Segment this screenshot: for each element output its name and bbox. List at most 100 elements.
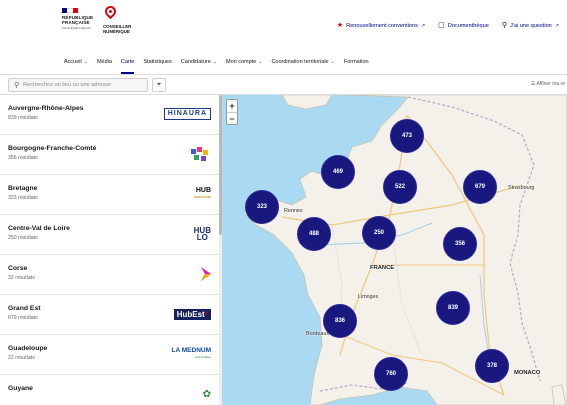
region-item[interactable]: Guyane ✿ [0,375,219,405]
map-cluster-marker[interactable]: 760 [374,357,408,391]
nav-item-label: Accueil [64,59,82,65]
hub-logo-text: HubEst [176,309,205,319]
question-link[interactable]: ⚲ J'ai une question ↗ [502,22,559,29]
renouvellement-conventions-link[interactable]: ★ Renouvellement conventions ↗ [337,22,425,29]
map-place-label: MONACO [514,370,541,376]
hub-logo-inaura: HINAURA [163,107,211,121]
region-item[interactable]: Auvergne-Rhône-Alpes 839 résultats HINAU… [0,95,219,135]
region-name: Grand Est [8,305,41,312]
region-item[interactable]: Grand Est 679 résultats HubEst⁷ [0,295,219,335]
nav-item-label: Média [96,59,112,65]
region-count: 250 résultats [8,235,38,241]
nav-item-m-dia[interactable]: Média [97,50,112,74]
renouvellement-conventions-label: Renouvellement conventions [346,22,418,29]
map-cluster-marker[interactable]: 323 [245,190,279,224]
nav-item-formation[interactable]: Formation [344,50,369,74]
map-view[interactable]: + − Strasbourg Rennes FRANCE Limoges Bor… [222,95,567,405]
map-cluster-marker[interactable]: 356 [443,227,477,261]
hub-logo-lamednum: LA MEDNUM Hub Antilles [172,347,211,361]
map-place-label: FRANCE [370,265,395,271]
location-pin-icon [102,3,119,20]
region-list: Auvergne-Rhône-Alpes 839 résultats HINAU… [0,95,219,405]
conseiller-numerique-logo[interactable]: CONSEILLER NUMÉRIQUE [102,3,143,34]
nav-item-accueil[interactable]: Accueil ⌄ [64,50,88,74]
geolocate-button[interactable]: ⌖ [152,78,166,92]
zoom-out-button[interactable]: − [227,112,237,124]
chevron-down-icon: ⌄ [212,59,217,65]
region-name: Guyane [8,385,33,392]
region-name: Corse [8,265,28,272]
search-placeholder: Recherchez un lieu ou une adresse [23,82,112,88]
region-item[interactable]: Bretagne 323 résultats HUB BRETAGNE [0,175,219,215]
documentheque-label: Documenthèque [447,22,489,29]
refine-search-link[interactable]: ☰ Affiner ma re [531,81,565,87]
hub-logo-subtext: Hub Antilles [195,355,211,359]
map-cluster-marker[interactable]: 836 [323,304,357,338]
map-place-label: Limoges [358,294,379,300]
nav-item-label: Candidature [180,59,211,65]
map-cluster-marker[interactable]: 473 [390,119,424,153]
nav-item-label: Formation [343,59,369,65]
hub-corse-mark-icon [201,267,211,281]
external-link-icon: ↗ [420,22,426,29]
map-cluster-marker[interactable]: 488 [297,217,331,251]
map-place-label: Bordeaux [306,331,330,337]
nav-item-coordination-territoriale[interactable]: Coordination territoriale ⌄ [271,50,334,74]
site-header: RÉPUBLIQUE FRANÇAISE Liberté Égalité Fra… [0,0,567,50]
nav-item-label: Carte [120,59,135,65]
hub-logo-text: HINAURA [163,108,211,120]
map-cluster-marker[interactable]: 522 [383,170,417,204]
region-count: 839 résultats [8,115,38,121]
question-chat-icon: ⚲ [501,22,507,29]
region-count: 356 résultats [8,155,38,161]
refine-search-label: Affiner ma re [536,81,565,87]
map-cluster-marker[interactable]: 839 [436,291,470,325]
nav-item-carte[interactable]: Carte [120,50,135,74]
crosshair-icon: ⌖ [157,81,161,88]
region-name: Centre-Val de Loire [8,225,70,232]
map-place-label: Rennes [284,208,303,214]
hub-logo-subtext: BRETAGNE [194,195,211,199]
nav-item-statistiques[interactable]: Statistiques [143,50,171,74]
hub-est-mark-icon: ⁷ [204,309,208,319]
hub-logo-bfc [191,147,211,161]
land-area [281,95,333,110]
region-item[interactable]: Corse 32 résultats [0,255,219,295]
zoom-in-button[interactable]: + [227,100,237,112]
hub-logo-bretagne: HUB BRETAGNE [194,187,211,201]
map-cluster-marker[interactable]: 469 [321,155,355,189]
region-name: Bourgogne-Franche-Comté [8,145,97,152]
republique-francaise-logo[interactable]: RÉPUBLIQUE FRANÇAISE Liberté Égalité Fra… [62,8,94,30]
nav-item-label: Coordination territoriale [271,59,329,65]
region-count: 32 résultats [8,275,35,281]
region-count: 22 résultats [8,355,35,361]
star-icon: ★ [336,22,344,29]
hub-logo-corse [201,267,211,281]
region-item[interactable]: Bourgogne-Franche-Comté 356 résultats [0,135,219,175]
region-count: 323 résultats [8,195,38,201]
map-cluster-marker[interactable]: 378 [475,349,509,383]
header-links: ★ Renouvellement conventions ↗ ▢ Documen… [337,22,559,29]
nav-item-mon-compte[interactable]: Mon compte ⌄ [226,50,262,74]
map-cluster-marker[interactable]: 679 [463,170,497,204]
search-input[interactable]: ⚲ Recherchez un lieu ou une adresse [8,78,148,92]
region-name: Bretagne [8,185,38,192]
search-icon: ⚲ [14,82,20,89]
region-name: Guadeloupe [8,345,48,352]
document-icon: ▢ [438,22,445,29]
external-link-icon: ↗ [554,22,559,29]
chevron-down-icon: ⌄ [330,59,335,65]
nav-item-candidature[interactable]: Candidature ⌄ [181,50,217,74]
region-item[interactable]: Guadeloupe 22 résultats LA MEDNUM Hub An… [0,335,219,375]
documentheque-link[interactable]: ▢ Documenthèque [438,22,489,29]
rf-logo-motto: Liberté Égalité Fraternité [62,27,91,30]
map-place-label: Strasbourg [508,185,535,191]
main-navigation: Accueil ⌄ Média Carte Statistiques Candidatur… [0,50,567,75]
nav-item-label: Statistiques [143,59,172,65]
region-item[interactable]: Centre-Val de Loire 250 résultats HUB LO [0,215,219,255]
hub-logo-subtext: LO [196,233,208,242]
rf-logo-title: RÉPUBLIQUE FRANÇAISE [62,15,94,25]
search-bar: ⚲ Recherchez un lieu ou une adresse ⌖ ☰ … [0,75,567,95]
map-cluster-marker[interactable]: 250 [362,216,396,250]
hub-bfc-mark-icon [191,147,211,161]
